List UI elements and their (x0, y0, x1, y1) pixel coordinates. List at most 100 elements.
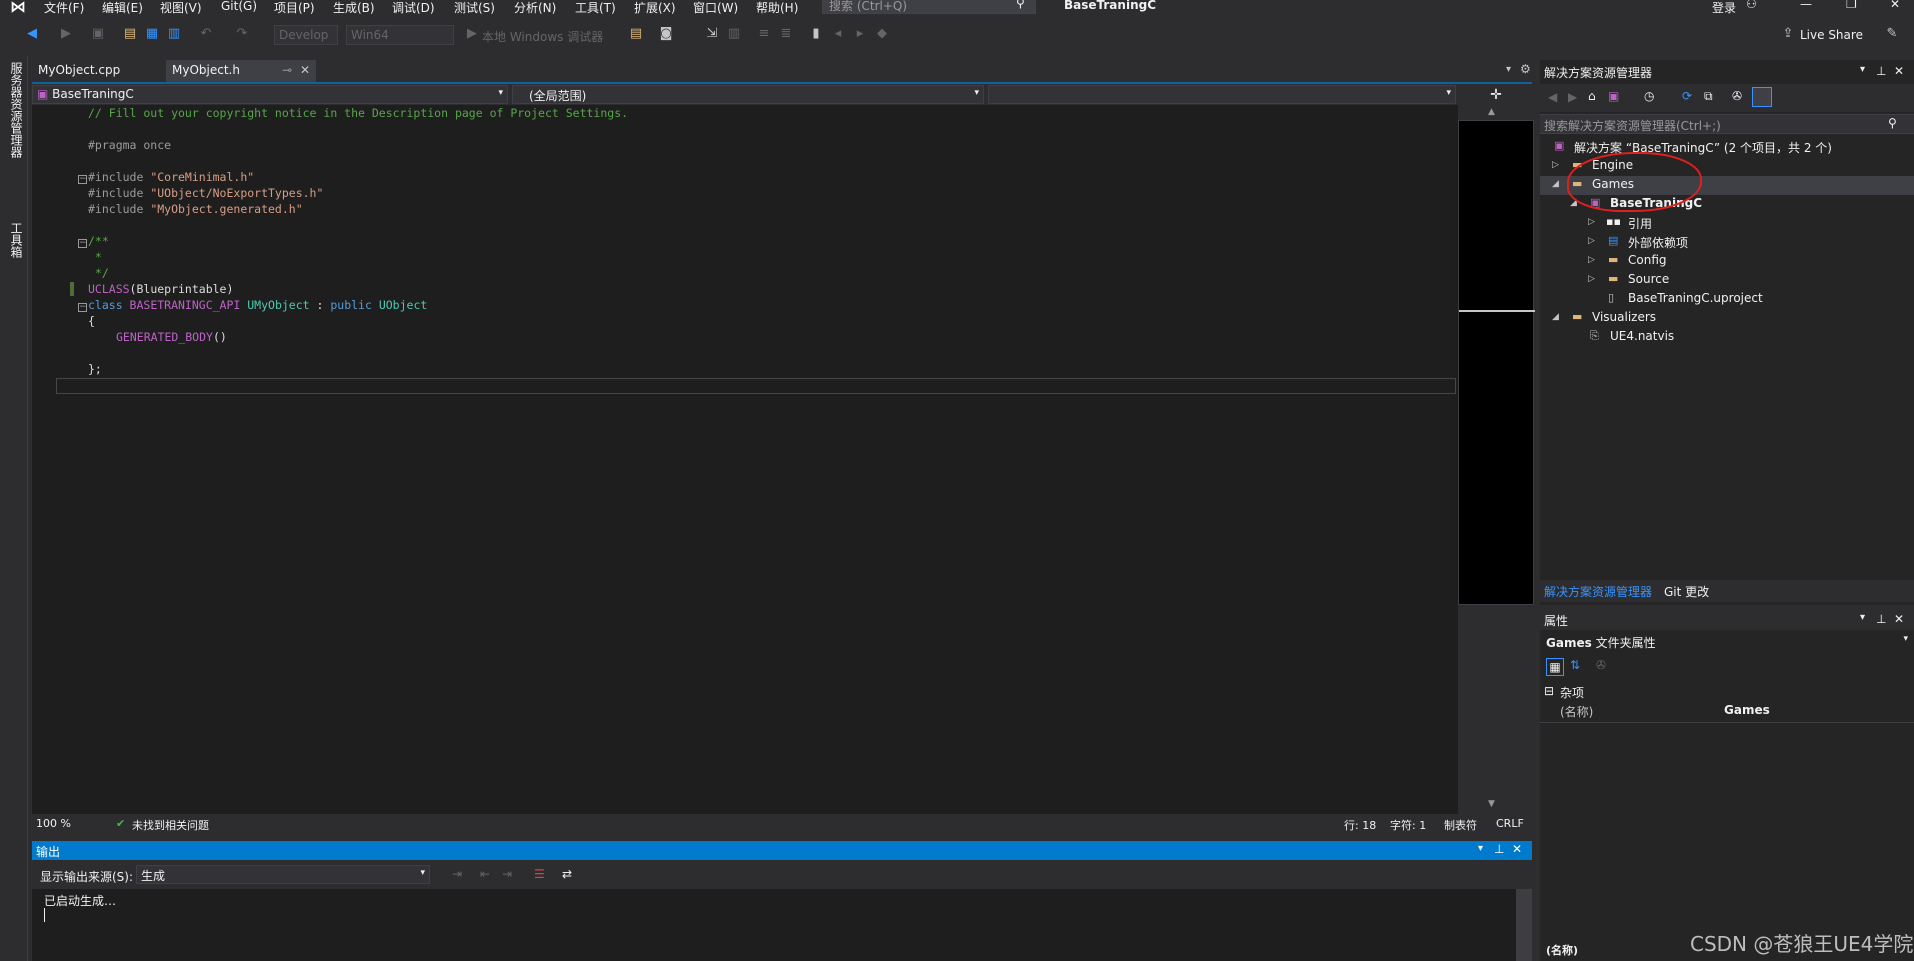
pin-icon[interactable]: ⊥ (1876, 64, 1886, 78)
menu-build[interactable]: 生成(B) (333, 0, 375, 16)
tab-dropdown-icon[interactable]: ▾ (1506, 64, 1511, 75)
toolbox-tab[interactable]: 工具箱 (8, 222, 25, 258)
fold-toggle-icon[interactable]: − (78, 175, 87, 184)
tab-myobject-h[interactable]: MyObject.h ⊸ ✕ (166, 60, 316, 82)
menu-analyze[interactable]: 分析(N) (514, 0, 556, 16)
tree-item-visualizers[interactable]: ◢ ▬ Visualizers (1540, 309, 1914, 328)
properties-wrench-icon[interactable]: ✇ (1732, 89, 1742, 103)
menu-debug[interactable]: 调试(D) (392, 0, 435, 16)
save-icon[interactable]: ▦ (144, 26, 160, 42)
search-icon[interactable]: ⚲ (1016, 0, 1025, 10)
forward-icon[interactable]: ▶ (1568, 90, 1577, 104)
next-bookmark-icon[interactable]: ▸ (852, 26, 868, 42)
switch-views-icon[interactable]: ▣ (1608, 89, 1619, 103)
step-icon[interactable]: ⇲ (704, 26, 720, 42)
find-message-icon[interactable]: ⇥ (452, 867, 462, 881)
account-icon[interactable]: ⚇ (1746, 0, 1757, 11)
collapse-category-icon[interactable]: ⊟ (1544, 684, 1554, 698)
feedback-icon[interactable]: ✎ (1884, 26, 1900, 42)
menu-view[interactable]: 视图(V) (160, 0, 202, 16)
close-icon[interactable]: ✕ (1894, 612, 1904, 626)
clear-bookmark-icon[interactable]: ◆ (874, 26, 890, 42)
tab-indicator[interactable]: 制表符 (1444, 817, 1477, 833)
code-editor[interactable]: // Fill out your copyright notice in the… (32, 105, 1458, 814)
tree-item-config[interactable]: ▷ ▬ Config (1540, 252, 1914, 271)
categorized-icon[interactable]: ▦ (1546, 658, 1564, 676)
minimize-icon[interactable]: — (1800, 0, 1812, 11)
expand-arrow-icon[interactable]: ▷ (1588, 217, 1598, 227)
undo-icon[interactable]: ↶ (198, 26, 214, 42)
menu-extensions[interactable]: 扩展(X) (634, 0, 676, 16)
preview-selected-icon[interactable] (1752, 87, 1772, 107)
pending-changes-icon[interactable]: ◷ (1644, 89, 1654, 103)
solution-search-input[interactable]: 搜索解决方案资源管理器(Ctrl+;) ⚲ (1540, 114, 1914, 134)
fold-toggle-icon[interactable]: − (78, 239, 87, 248)
layout-icon[interactable]: ▥ (726, 26, 742, 42)
close-icon[interactable]: ✕ (1512, 842, 1522, 856)
member-nav-select[interactable]: ▾ (988, 85, 1456, 104)
project-nav-select[interactable]: ▣ BaseTraningC ▾ (32, 85, 508, 104)
prev-message-icon[interactable]: ⇤ (480, 867, 490, 881)
zoom-select[interactable]: 100 % (36, 817, 71, 830)
close-tab-icon[interactable]: ✕ (300, 63, 310, 77)
camera-icon[interactable]: ◙ (658, 26, 674, 42)
sync-icon[interactable]: ⟳ (1682, 89, 1692, 103)
next-message-icon[interactable]: ⇥ (502, 867, 512, 881)
login-link[interactable]: 登录 (1712, 0, 1736, 16)
panel-menu-icon[interactable]: ▾ (1860, 612, 1865, 623)
properties-object-select[interactable]: Games 文件夹属性 ▾ (1540, 632, 1914, 652)
restore-icon[interactable]: ❐ (1846, 0, 1857, 11)
issues-label[interactable]: 未找到相关问题 (132, 817, 209, 833)
clear-all-icon[interactable]: ☰ (534, 867, 545, 881)
back-icon[interactable]: ◀ (24, 26, 40, 42)
back-icon[interactable]: ◀ (1548, 90, 1557, 104)
menu-window[interactable]: 窗口(W) (693, 0, 738, 16)
tab-myobject-cpp[interactable]: MyObject.cpp (32, 60, 162, 82)
tree-item-source[interactable]: ▷ ▬ Source (1540, 271, 1914, 290)
split-editor-icon[interactable]: ✛ (1458, 86, 1534, 104)
expand-arrow-icon[interactable]: ▷ (1588, 255, 1598, 265)
property-pages-icon[interactable]: ✇ (1596, 658, 1606, 672)
panel-menu-icon[interactable]: ▾ (1478, 843, 1483, 854)
platform-select[interactable]: Win64 (346, 25, 454, 45)
scroll-down-icon[interactable]: ▼ (1488, 799, 1495, 809)
fold-toggle-icon[interactable]: − (78, 303, 87, 312)
forward-icon[interactable]: ▶ (58, 26, 74, 42)
eol-indicator[interactable]: CRLF (1496, 817, 1524, 830)
new-item-icon[interactable]: ▣ (90, 26, 106, 42)
expand-arrow-icon[interactable]: ▷ (1552, 160, 1562, 170)
output-text-area[interactable]: 已启动生成… (32, 889, 1516, 961)
pin-icon[interactable]: ⊥ (1876, 612, 1886, 626)
menu-git[interactable]: Git(G) (221, 0, 257, 13)
start-debug-icon[interactable]: ▶ (464, 26, 480, 42)
open-folder-icon[interactable]: ▤ (122, 26, 138, 42)
prev-bookmark-icon[interactable]: ◂ (830, 26, 846, 42)
pin-icon[interactable]: ⊸ (282, 63, 292, 77)
scope-nav-select[interactable]: (全局范围) ▾ (512, 85, 984, 104)
tree-item-references[interactable]: ▷ ▪▪ 引用 (1540, 214, 1914, 233)
collapse-all-icon[interactable]: ⧉ (1704, 89, 1713, 104)
tree-item-solution[interactable]: ▣ 解决方案 “BaseTraningC” (2 个项目，共 2 个) (1548, 138, 1914, 157)
tree-item-uproject[interactable]: ▯ BaseTraningC.uproject (1540, 290, 1914, 309)
menu-file[interactable]: 文件(F) (44, 0, 84, 16)
debugger-button[interactable]: 本地 Windows 调试器 (482, 28, 603, 45)
close-window-icon[interactable]: ✕ (1890, 0, 1900, 11)
config-select[interactable]: Develop (274, 25, 338, 45)
expand-arrow-icon[interactable]: ▷ (1588, 274, 1598, 284)
tab-git-changes[interactable]: Git 更改 (1664, 583, 1709, 600)
property-value[interactable]: Games (1724, 703, 1770, 717)
bookmark-icon[interactable]: ▮ (808, 26, 824, 42)
live-share-button[interactable]: Live Share (1800, 28, 1863, 42)
output-scrollbar[interactable] (1516, 889, 1532, 961)
pin-icon[interactable]: ⊥ (1494, 842, 1504, 856)
folder-icon[interactable]: ▤ (628, 26, 644, 42)
panel-menu-icon[interactable]: ▾ (1860, 64, 1865, 75)
settings-gear-icon[interactable]: ⚙ (1520, 62, 1531, 76)
live-share-icon[interactable]: ⇪ (1780, 26, 1796, 42)
output-source-select[interactable]: 生成 ▾ (136, 865, 430, 884)
menu-test[interactable]: 测试(S) (454, 0, 495, 16)
menu-help[interactable]: 帮助(H) (756, 0, 798, 16)
tree-item-external-deps[interactable]: ▷ ▤ 外部依赖项 (1540, 233, 1914, 252)
menu-project[interactable]: 项目(P) (274, 0, 315, 16)
menu-tools[interactable]: 工具(T) (575, 0, 616, 16)
